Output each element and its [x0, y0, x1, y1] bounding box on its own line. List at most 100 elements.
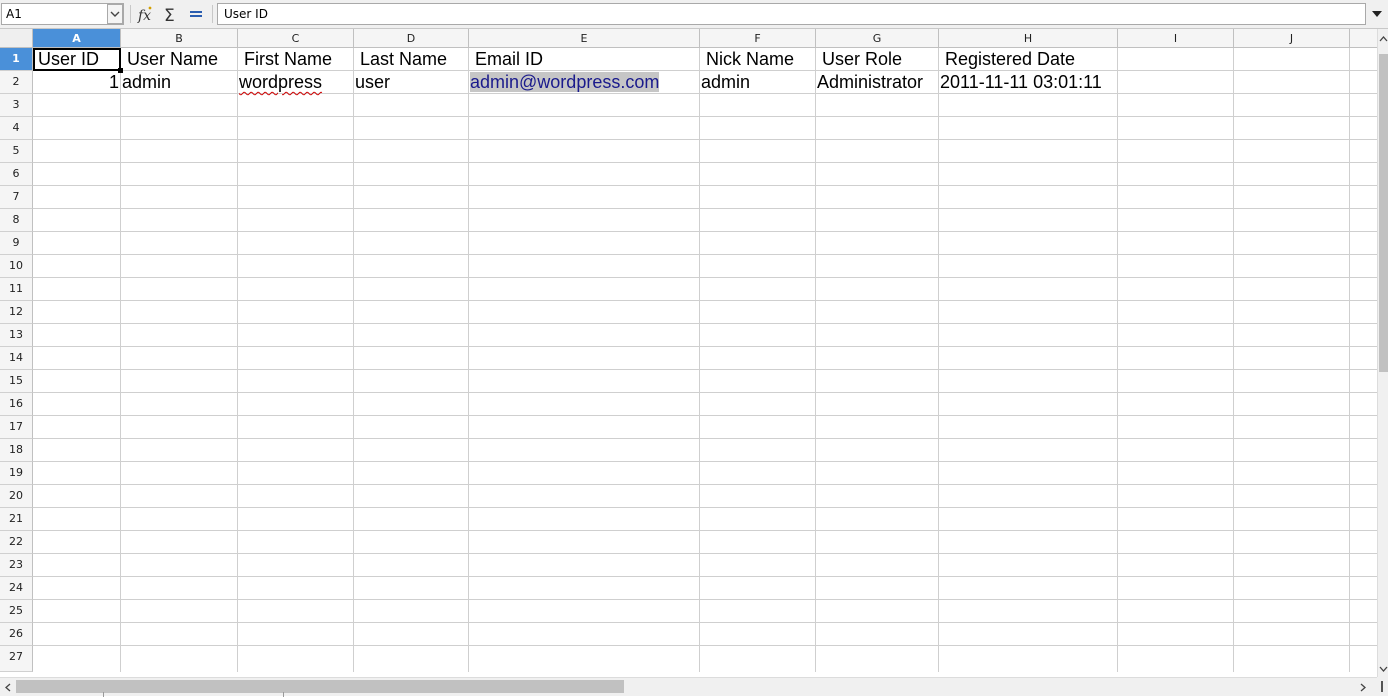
row-header-19[interactable]: 19 — [0, 462, 33, 485]
row-header-26[interactable]: 26 — [0, 623, 33, 646]
horizontal-scroll-thumb[interactable] — [16, 680, 624, 693]
row-header-8[interactable]: 8 — [0, 209, 33, 232]
resize-grip-icon — [1381, 681, 1383, 692]
column-header-c[interactable]: C — [238, 29, 354, 47]
gridline — [33, 415, 1377, 416]
row-header-27[interactable]: 27 — [0, 646, 33, 672]
vertical-scroll-thumb[interactable] — [1379, 54, 1388, 372]
row-header-24[interactable]: 24 — [0, 577, 33, 600]
svg-text:Σ: Σ — [164, 6, 175, 23]
row-header-12[interactable]: 12 — [0, 301, 33, 324]
cell-a1[interactable]: User ID — [36, 48, 101, 70]
scroll-right-button[interactable] — [1357, 680, 1369, 694]
row-header-17[interactable]: 17 — [0, 416, 33, 439]
row-header-9[interactable]: 9 — [0, 232, 33, 255]
row-header-15[interactable]: 15 — [0, 370, 33, 393]
name-box[interactable]: A1 — [1, 3, 124, 25]
gridline — [33, 277, 1377, 278]
row-header-21[interactable]: 21 — [0, 508, 33, 531]
cell-e2-hyperlink[interactable]: admin@wordpress.com — [468, 71, 661, 93]
gridline — [33, 208, 1377, 209]
arrow-up-icon — [1379, 36, 1388, 42]
gridline — [33, 392, 1377, 393]
column-header-h[interactable]: H — [939, 29, 1118, 47]
row-header-2[interactable]: 2 — [0, 71, 33, 94]
cell-d1[interactable]: Last Name — [358, 48, 449, 70]
gridline — [33, 139, 1377, 140]
cell-g2[interactable]: Administrator — [815, 71, 925, 93]
chevron-down-icon — [110, 11, 120, 17]
expand-formula-bar-button[interactable] — [1367, 3, 1387, 25]
cell-c1[interactable]: First Name — [242, 48, 334, 70]
gridline — [237, 48, 238, 672]
scroll-down-button[interactable] — [1378, 663, 1388, 675]
sheet-tab-divider — [103, 692, 104, 697]
column-header-d[interactable]: D — [354, 29, 469, 47]
column-header-i[interactable]: I — [1118, 29, 1234, 47]
row-header-22[interactable]: 22 — [0, 531, 33, 554]
gridline — [33, 599, 1377, 600]
row-header-11[interactable]: 11 — [0, 278, 33, 301]
column-header-j[interactable]: J — [1234, 29, 1350, 47]
cell-h1[interactable]: Registered Date — [943, 48, 1077, 70]
cell-f2[interactable]: admin — [699, 71, 752, 93]
row-header-10[interactable]: 10 — [0, 255, 33, 278]
cell-d2[interactable]: user — [353, 71, 392, 93]
column-header-b[interactable]: B — [121, 29, 238, 47]
gridline — [33, 438, 1377, 439]
row-header-13[interactable]: 13 — [0, 324, 33, 347]
cell-c2[interactable]: wordpress — [237, 71, 324, 93]
row-header-25[interactable]: 25 — [0, 600, 33, 623]
column-header-g[interactable]: G — [816, 29, 939, 47]
autofill-handle[interactable] — [118, 68, 123, 73]
row-header-4[interactable]: 4 — [0, 117, 33, 140]
row-header-5[interactable]: 5 — [0, 140, 33, 163]
row-header-18[interactable]: 18 — [0, 439, 33, 462]
column-header-row: A B C D E F G H I J — [0, 29, 1377, 48]
cell-h2[interactable]: 2011-11-11 03:01:11 — [938, 71, 1104, 93]
row-header-14[interactable]: 14 — [0, 347, 33, 370]
gridline — [33, 185, 1377, 186]
name-box-dropdown-button[interactable] — [107, 4, 123, 24]
cell-e1[interactable]: Email ID — [473, 48, 545, 70]
cell-c2-text: wordpress — [239, 72, 323, 92]
cell-grid[interactable]: User ID User Name First Name Last Name E… — [33, 48, 1377, 672]
row-header-1[interactable]: 1 — [0, 48, 33, 71]
horizontal-scrollbar[interactable] — [0, 677, 1377, 697]
arrow-left-icon — [5, 683, 11, 691]
cell-a2[interactable]: 1 — [33, 71, 121, 93]
gridline — [1117, 48, 1118, 672]
row-header-20[interactable]: 20 — [0, 485, 33, 508]
function-wizard-button[interactable]: fx — [135, 4, 157, 24]
svg-text:fx: fx — [137, 8, 151, 23]
gridline — [815, 48, 816, 672]
select-all-corner[interactable] — [0, 29, 33, 47]
row-header-16[interactable]: 16 — [0, 393, 33, 416]
row-header-6[interactable]: 6 — [0, 163, 33, 186]
cell-b1[interactable]: User Name — [125, 48, 220, 70]
scroll-up-button[interactable] — [1378, 33, 1388, 45]
column-header-e[interactable]: E — [469, 29, 700, 47]
column-header-f[interactable]: F — [700, 29, 816, 47]
formula-input[interactable]: User ID — [217, 3, 1366, 25]
row-header-3[interactable]: 3 — [0, 94, 33, 117]
gridline — [33, 323, 1377, 324]
column-header-a[interactable]: A — [33, 29, 121, 47]
row-header-23[interactable]: 23 — [0, 554, 33, 577]
gridline — [33, 93, 1377, 94]
gridline — [699, 48, 700, 672]
gridline — [33, 484, 1377, 485]
cell-g1[interactable]: User Role — [820, 48, 904, 70]
formula-button[interactable] — [185, 4, 207, 24]
chevron-down-icon — [1372, 11, 1382, 17]
cell-f1[interactable]: Nick Name — [704, 48, 796, 70]
row-header-7[interactable]: 7 — [0, 186, 33, 209]
gridline — [938, 48, 939, 672]
vertical-scrollbar[interactable] — [1377, 29, 1388, 677]
gridline — [353, 48, 354, 672]
gridline — [33, 254, 1377, 255]
sheet-tab-divider — [283, 692, 284, 697]
cell-b2[interactable]: admin — [120, 71, 173, 93]
scroll-left-button[interactable] — [2, 680, 14, 694]
sum-button[interactable]: Σ — [160, 4, 182, 24]
